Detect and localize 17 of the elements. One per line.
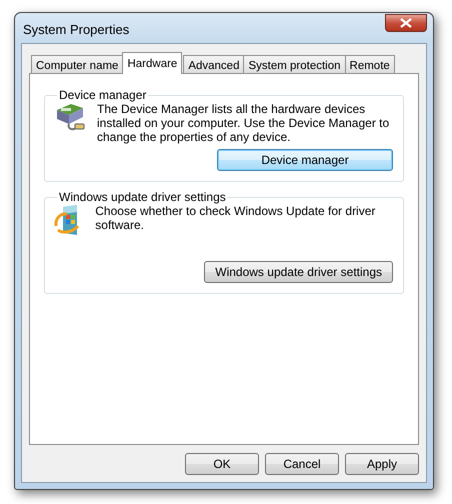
dialog-button[interactable]: Cancel <box>265 453 339 475</box>
tab[interactable]: Advanced <box>183 55 244 74</box>
group-title: Device manager <box>58 88 148 102</box>
close-icon <box>400 18 412 28</box>
tab[interactable]: Remote <box>344 55 395 74</box>
tab[interactable]: Computer name <box>31 55 124 74</box>
dialog-button[interactable]: Apply <box>345 453 419 475</box>
description-text: Choose whether to check Windows Update for driver software. <box>95 204 376 232</box>
tab[interactable]: Hardware <box>122 52 182 74</box>
action-button[interactable]: Device manager <box>217 149 393 171</box>
group-title: Windows update driver settings <box>58 190 227 204</box>
description-text: The Device Manager lists all the hardware devices installed on your computer. Use the Device Manager to change the properties of any device. <box>97 102 390 144</box>
tab[interactable]: System protection <box>243 55 346 74</box>
window-title: System Properties <box>23 21 130 39</box>
close-button[interactable] <box>385 14 427 32</box>
dialog-button[interactable]: OK <box>185 453 259 475</box>
action-button[interactable]: Windows update driver settings <box>204 261 393 283</box>
